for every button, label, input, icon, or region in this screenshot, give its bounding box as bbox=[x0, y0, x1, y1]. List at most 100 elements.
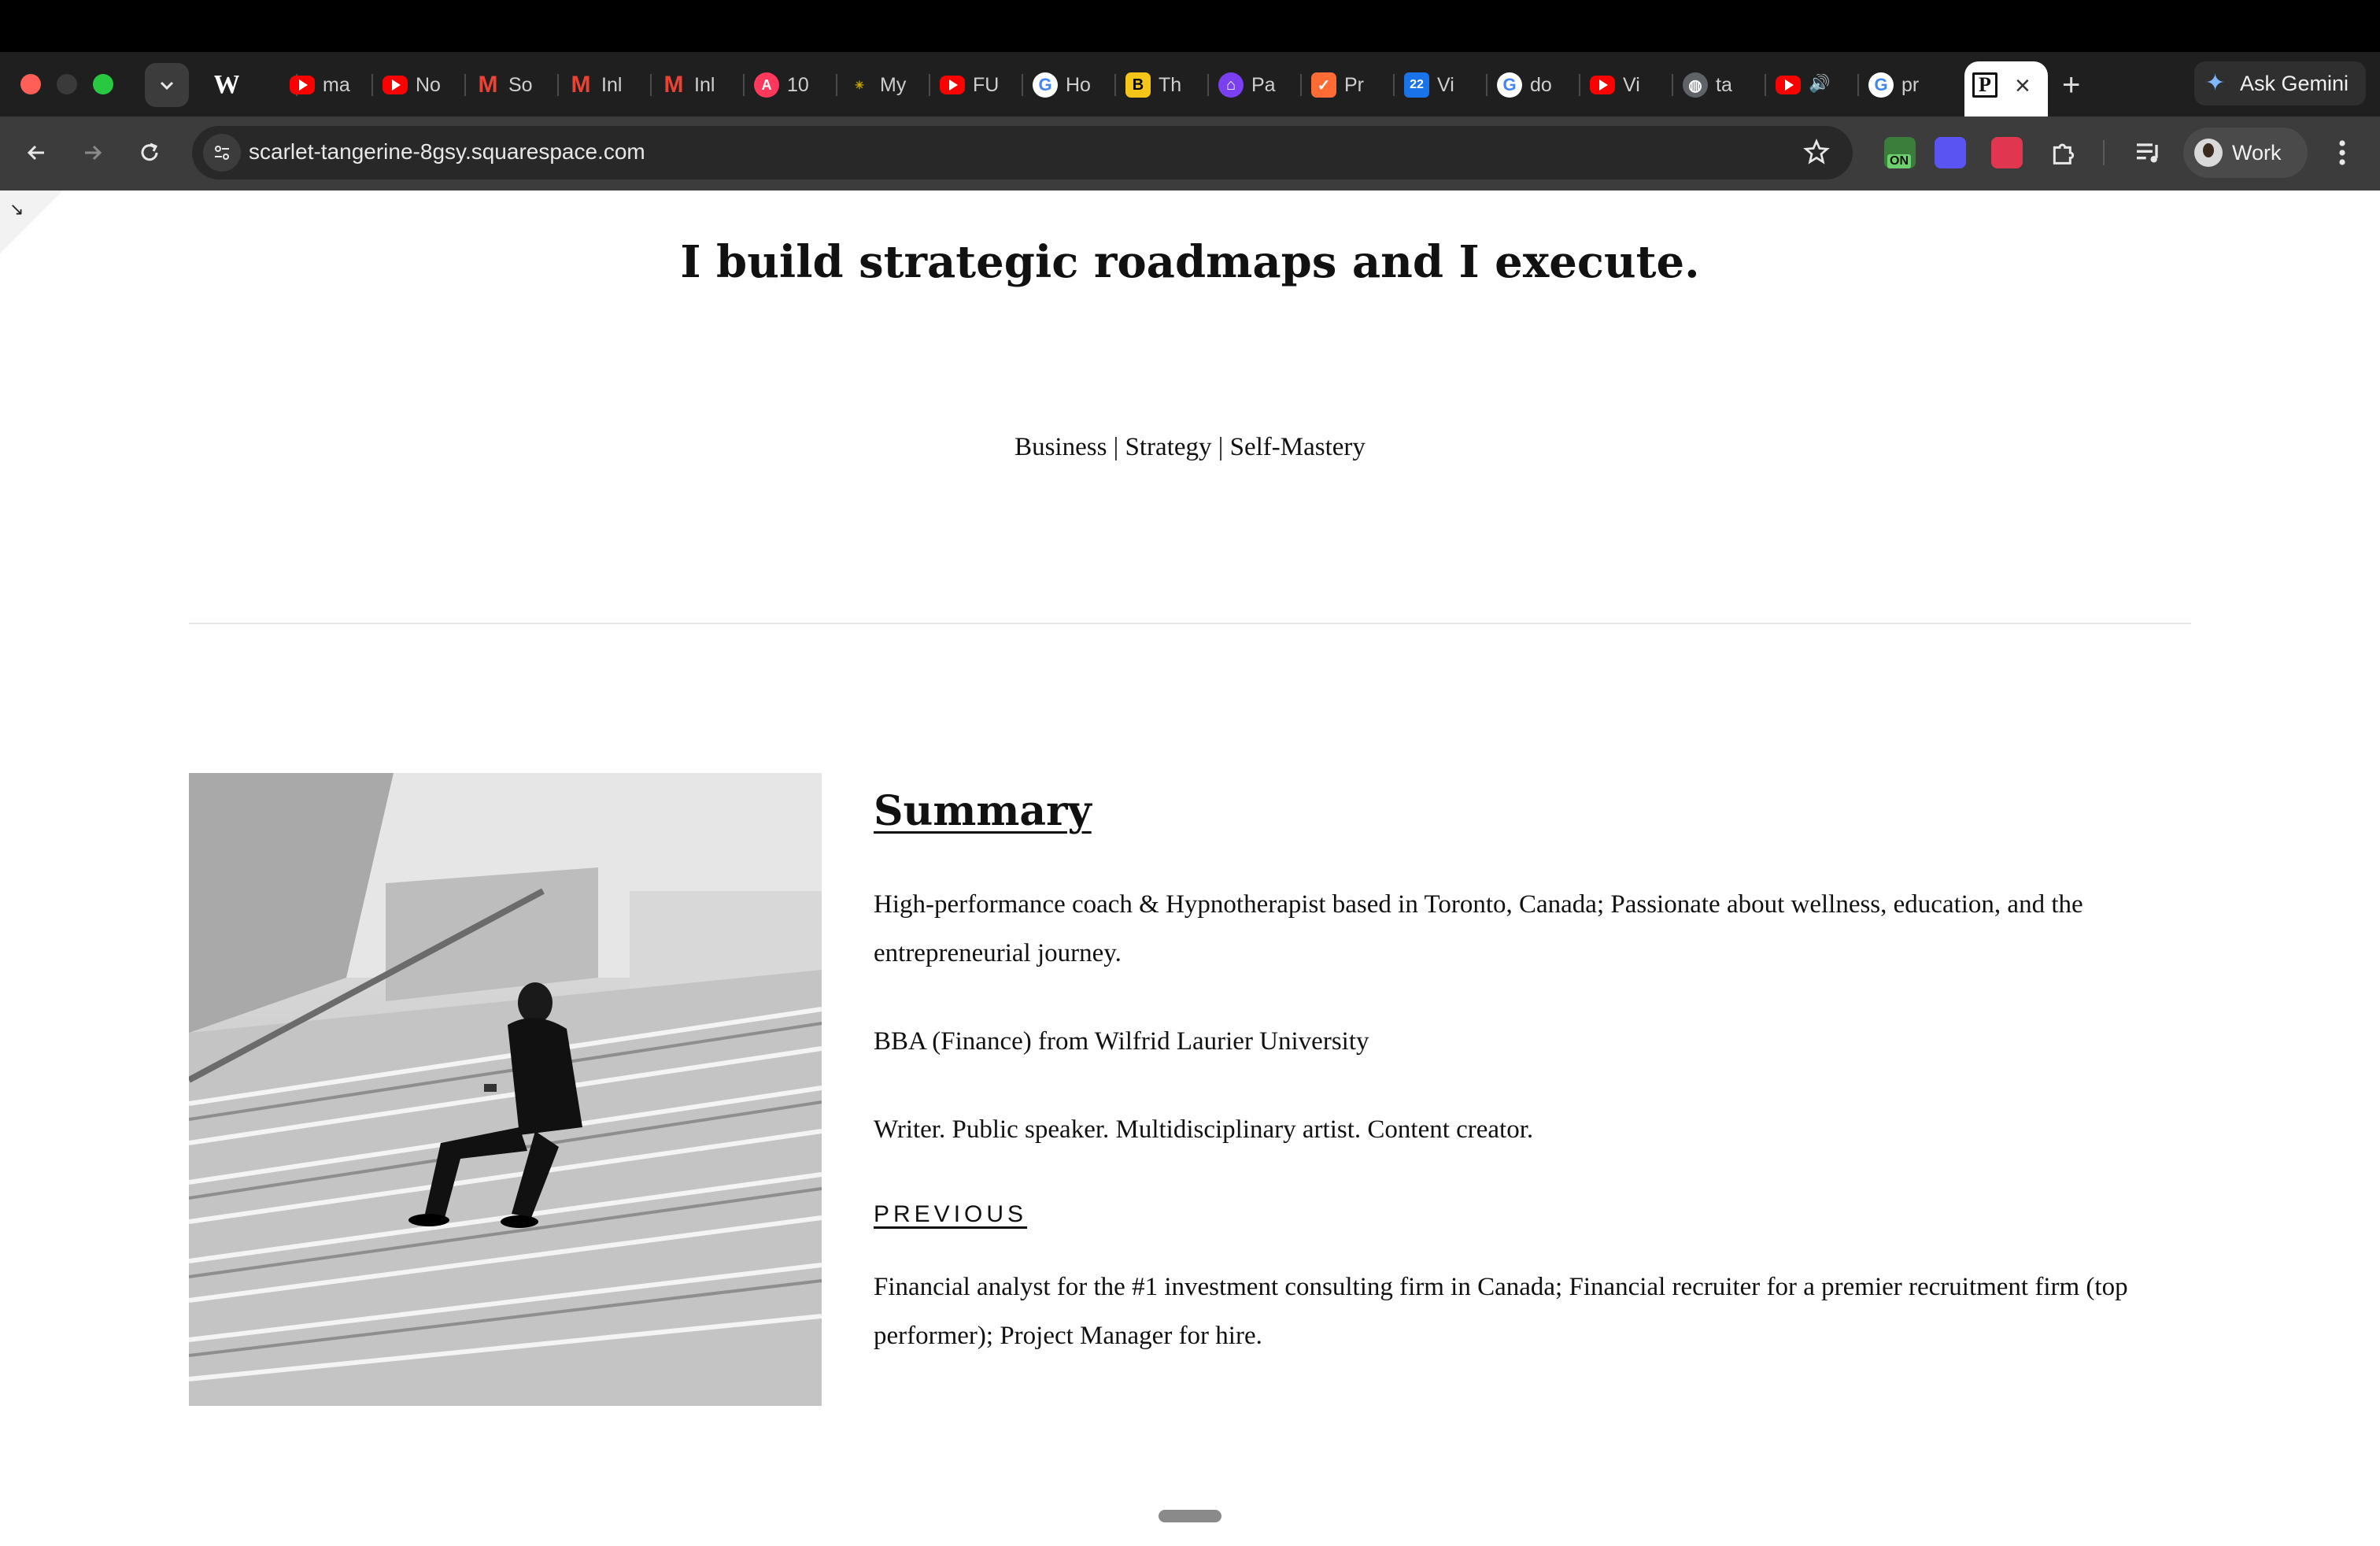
tab[interactable]: ma bbox=[282, 66, 375, 104]
tab-title: pr bbox=[1901, 74, 1920, 96]
maximize-window-button[interactable] bbox=[93, 74, 113, 94]
extension-blue-icon[interactable] bbox=[1935, 137, 1966, 168]
squarespace-page-icon: P bbox=[1972, 72, 1998, 98]
tab[interactable]: Gpr bbox=[1861, 66, 1953, 104]
tab[interactable]: ⌂ Pa bbox=[1210, 66, 1303, 104]
summary-heading: Summary bbox=[874, 787, 1092, 835]
previous-heading: PREVIOUS bbox=[874, 1201, 1028, 1227]
close-window-button[interactable] bbox=[20, 74, 41, 94]
arrow-right-icon bbox=[85, 145, 102, 161]
tab[interactable]: FU bbox=[932, 66, 1025, 104]
tab[interactable]: ✓ Pr bbox=[1303, 66, 1396, 104]
extension-red-icon[interactable] bbox=[1991, 137, 2023, 168]
youtube-icon bbox=[1590, 76, 1615, 94]
orange-app-icon: ✓ bbox=[1311, 72, 1336, 98]
avatar bbox=[2194, 139, 2223, 167]
tab-separator bbox=[1857, 74, 1859, 96]
chevron-down-icon bbox=[160, 81, 174, 91]
tab-separator bbox=[371, 74, 373, 96]
tab[interactable]: A 10 bbox=[746, 66, 839, 104]
url-text[interactable]: scarlet-tangerine-8gsy.squarespace.com bbox=[249, 139, 645, 165]
tab-title: Pr bbox=[1344, 74, 1364, 96]
media-queue-icon[interactable] bbox=[2133, 137, 2164, 168]
tab[interactable]: 🔊 bbox=[1768, 66, 1861, 104]
tab[interactable]: Gdo bbox=[1489, 66, 1582, 104]
more-menu-icon[interactable] bbox=[2334, 137, 2350, 168]
education-paragraph: BBA (Finance) from Wilfrid Laurier Unive… bbox=[874, 1027, 1369, 1056]
tab-separator bbox=[1579, 74, 1580, 96]
tab[interactable]: No bbox=[375, 66, 468, 104]
profile-photo bbox=[189, 773, 822, 1406]
tab[interactable]: M Inl bbox=[653, 66, 746, 104]
profile-button[interactable]: Work bbox=[2183, 128, 2308, 178]
back-button[interactable] bbox=[14, 131, 58, 175]
window-top-bar bbox=[0, 0, 2380, 52]
tab[interactable]: B Th bbox=[1118, 66, 1210, 104]
tab[interactable]: ◍ ta bbox=[1675, 66, 1768, 104]
gmail-icon: M bbox=[571, 72, 591, 98]
tab[interactable]: 22 Vi bbox=[1396, 66, 1489, 104]
tab[interactable]: ✳ My bbox=[839, 66, 932, 104]
roles-paragraph: Writer. Public speaker. Multidisciplinar… bbox=[874, 1115, 1534, 1144]
wikipedia-icon: W bbox=[214, 72, 239, 98]
gemini-sparkle-icon: ✦ bbox=[2205, 70, 2226, 96]
extension-badge: ON bbox=[1887, 154, 1911, 168]
forward-button[interactable] bbox=[71, 131, 115, 175]
youtube-icon bbox=[1776, 76, 1801, 94]
star-icon bbox=[1803, 139, 1830, 165]
close-tab-icon[interactable]: × bbox=[2015, 71, 2031, 102]
airbnb-icon: A bbox=[754, 72, 779, 98]
tab-separator bbox=[1300, 74, 1302, 96]
arrow-down-right-icon[interactable]: ↘ bbox=[9, 200, 24, 220]
tab-title: No bbox=[416, 74, 441, 96]
tab-separator bbox=[650, 74, 652, 96]
arrow-left-icon bbox=[27, 145, 44, 161]
ask-gemini-label: Ask Gemini bbox=[2240, 72, 2349, 95]
tab-title: 10 bbox=[787, 74, 809, 96]
gmail-icon: M bbox=[663, 72, 684, 98]
site-settings-button[interactable] bbox=[203, 134, 241, 172]
yellow-app-icon: B bbox=[1125, 72, 1151, 98]
ask-gemini-button[interactable]: ✦ Ask Gemini bbox=[2194, 61, 2366, 105]
tab[interactable]: Vi bbox=[1582, 66, 1675, 104]
youtube-icon bbox=[290, 76, 315, 94]
section-divider bbox=[189, 623, 2191, 624]
tab-separator bbox=[464, 74, 466, 96]
globe-icon: ◍ bbox=[1683, 72, 1708, 98]
tab[interactable]: M So bbox=[468, 66, 560, 104]
address-bar[interactable]: scarlet-tangerine-8gsy.squarespace.com bbox=[192, 126, 1853, 179]
extensions-puzzle-icon[interactable] bbox=[2048, 137, 2079, 168]
tab-separator bbox=[1114, 74, 1116, 96]
tune-icon bbox=[215, 146, 229, 160]
tab-separator bbox=[557, 74, 559, 96]
tab-title: My bbox=[880, 74, 907, 96]
tab-title: Inl bbox=[601, 74, 623, 96]
tab-search-button[interactable] bbox=[145, 63, 189, 107]
extension-on-icon[interactable]: ON bbox=[1884, 137, 1916, 168]
tab-title: ma bbox=[323, 74, 350, 96]
calendar-icon: 22 bbox=[1404, 72, 1429, 98]
bookmark-star-button[interactable] bbox=[1802, 138, 1831, 170]
tab-title: Inl bbox=[694, 74, 715, 96]
tab-title: Vi bbox=[1437, 74, 1454, 96]
tab-title: do bbox=[1530, 74, 1552, 96]
google-icon: G bbox=[1868, 72, 1894, 98]
tagline: Business | Strategy | Self-Mastery bbox=[1014, 433, 1366, 461]
minimize-window-button[interactable] bbox=[57, 74, 77, 94]
new-tab-button[interactable]: + bbox=[2062, 66, 2080, 104]
youtube-icon bbox=[382, 76, 408, 94]
tab-title: ta bbox=[1716, 74, 1732, 96]
tab-title: Pa bbox=[1251, 74, 1276, 96]
scroll-handle[interactable] bbox=[1159, 1510, 1221, 1522]
purple-app-icon: ⌂ bbox=[1218, 72, 1244, 98]
tab-separator bbox=[1672, 74, 1673, 96]
tab-separator bbox=[929, 74, 930, 96]
tab[interactable]: G Ho bbox=[1025, 66, 1118, 104]
previous-paragraph: Financial analyst for the #1 investment … bbox=[874, 1273, 2128, 1350]
tab-active[interactable]: P × bbox=[1964, 61, 2048, 117]
tab[interactable]: M Inl bbox=[560, 66, 653, 104]
profile-label: Work bbox=[2232, 141, 2282, 165]
google-icon: G bbox=[1033, 72, 1058, 98]
reload-button[interactable] bbox=[128, 131, 172, 175]
hero-title: I build strategic roadmaps and I execute… bbox=[680, 236, 1700, 288]
